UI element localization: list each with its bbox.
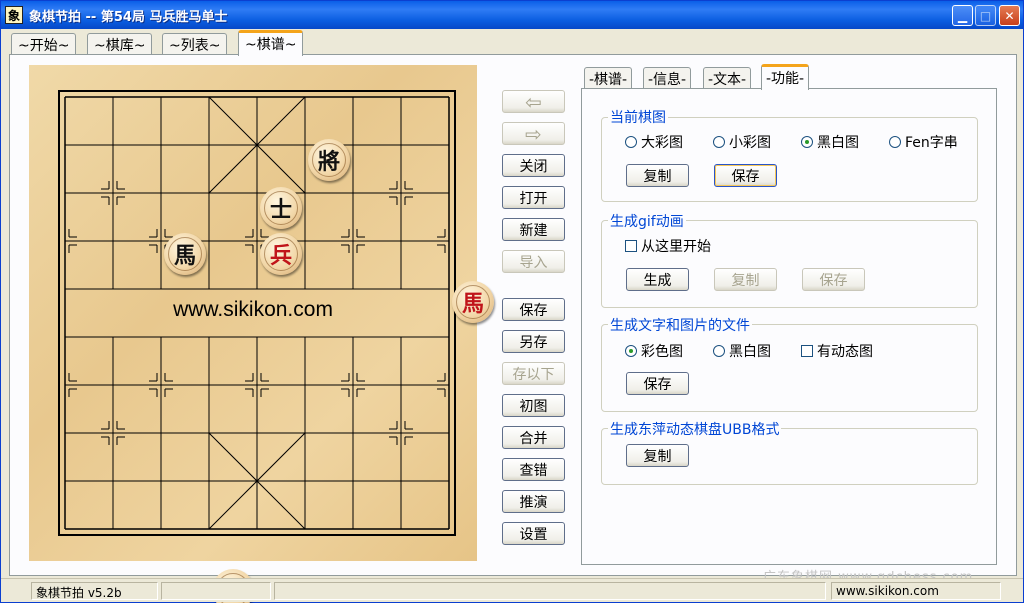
radio-dot xyxy=(625,136,637,148)
radio-dot xyxy=(889,136,901,148)
piece-black-horse[interactable]: 馬 xyxy=(164,233,206,275)
status-empty-2 xyxy=(274,582,826,600)
maximize-icon: □ xyxy=(979,8,992,23)
save-below-button[interactable]: 存以下 xyxy=(502,362,565,385)
radio-large-color[interactable]: 大彩图 xyxy=(625,132,683,152)
status-version: 象棋节拍 v5.2b xyxy=(31,582,158,600)
radio-color-image[interactable]: 彩色图 xyxy=(625,341,683,361)
title-bar[interactable]: 象 象棋节拍 -- 第54局 马兵胜马单士 ▁ □ ✕ xyxy=(1,1,1023,29)
settings-button[interactable]: 设置 xyxy=(502,522,565,545)
maximize-button[interactable]: □ xyxy=(975,5,996,26)
window-title: 象棋节拍 -- 第54局 马兵胜马单士 xyxy=(29,10,228,25)
forward-arrow-icon: ⇨ xyxy=(525,121,542,146)
open-button[interactable]: 打开 xyxy=(502,186,565,209)
river-watermark: www.sikikon.com xyxy=(173,298,333,321)
piece-red-horse[interactable]: 馬 xyxy=(452,281,494,323)
piece-black-general[interactable]: 將 xyxy=(308,139,350,181)
copy-image-button[interactable]: 复制 xyxy=(626,164,689,187)
current-image-title: 当前棋图 xyxy=(608,107,668,127)
tab-game-record[interactable]: ~棋谱~ xyxy=(238,30,304,56)
forward-button[interactable]: ⇨ xyxy=(502,122,565,145)
chess-board[interactable]: www.sikikon.com 將 士 馬 兵 馬 帥 xyxy=(29,65,494,603)
copy-ubb-button[interactable]: 复制 xyxy=(626,444,689,467)
subtab-functions[interactable]: -功能- xyxy=(761,64,810,90)
text-image-file-group xyxy=(601,324,978,412)
piece-red-soldier[interactable]: 兵 xyxy=(260,233,302,275)
save-file-button[interactable]: 保存 xyxy=(626,372,689,395)
merge-button[interactable]: 合并 xyxy=(502,426,565,449)
back-button[interactable]: ⇦ xyxy=(502,90,565,113)
tab-start[interactable]: ~开始~ xyxy=(11,33,77,55)
radio-dot-selected xyxy=(625,345,637,357)
start-here-checkbox[interactable]: 从这里开始 xyxy=(625,236,711,256)
save-as-button[interactable]: 另存 xyxy=(502,330,565,353)
status-empty-1 xyxy=(161,582,271,600)
initial-position-button[interactable]: 初图 xyxy=(502,394,565,417)
minimize-icon: ▁ xyxy=(957,8,968,23)
close-window-button[interactable]: ✕ xyxy=(999,5,1020,26)
save-gif-button[interactable]: 保存 xyxy=(802,268,865,291)
minimize-button[interactable]: ▁ xyxy=(952,5,973,26)
tab-list[interactable]: ~列表~ xyxy=(162,33,228,55)
text-image-file-title: 生成文字和图片的文件 xyxy=(608,315,752,335)
close-icon: ✕ xyxy=(1004,8,1015,23)
radio-dot xyxy=(713,136,725,148)
gif-title: 生成gif动画 xyxy=(608,211,686,231)
radio-dot-selected xyxy=(801,136,813,148)
close-button[interactable]: 关闭 xyxy=(502,154,565,177)
gif-group xyxy=(601,220,978,308)
app-window: 象 象棋节拍 -- 第54局 马兵胜马单士 ▁ □ ✕ ~开始~ ~棋库~ ~列… xyxy=(0,0,1024,603)
back-arrow-icon: ⇦ xyxy=(525,89,542,114)
check-errors-button[interactable]: 查错 xyxy=(502,458,565,481)
status-bar: 象棋节拍 v5.2b www.sikikon.com xyxy=(1,578,1023,602)
subtab-record[interactable]: -棋谱- xyxy=(584,67,633,89)
radio-fen-string[interactable]: Fen字串 xyxy=(889,132,958,152)
piece-black-advisor[interactable]: 士 xyxy=(260,187,302,229)
current-image-group xyxy=(601,117,978,202)
status-site: www.sikikon.com xyxy=(831,582,1001,600)
radio-black-white[interactable]: 黑白图 xyxy=(801,132,859,152)
copy-gif-button[interactable]: 复制 xyxy=(714,268,777,291)
xiangqi-app-icon[interactable]: 象 xyxy=(5,6,23,24)
ubb-title: 生成东萍动态棋盘UBB格式 xyxy=(608,419,782,439)
radio-small-color[interactable]: 小彩图 xyxy=(713,132,771,152)
checkbox-box xyxy=(625,240,637,252)
save-button[interactable]: 保存 xyxy=(502,298,565,321)
subtab-text[interactable]: -文本- xyxy=(703,67,752,89)
radio-dot xyxy=(713,345,725,357)
import-button[interactable]: 导入 xyxy=(502,250,565,273)
tab-library[interactable]: ~棋库~ xyxy=(87,33,153,55)
deduce-button[interactable]: 推演 xyxy=(502,490,565,513)
generate-gif-button[interactable]: 生成 xyxy=(626,268,689,291)
subtab-info[interactable]: -信息- xyxy=(643,67,692,89)
new-button[interactable]: 新建 xyxy=(502,218,565,241)
radio-bw-image[interactable]: 黑白图 xyxy=(713,341,771,361)
checkbox-box xyxy=(801,345,813,357)
save-image-button[interactable]: 保存 xyxy=(714,164,777,187)
animated-image-checkbox[interactable]: 有动态图 xyxy=(801,341,873,361)
